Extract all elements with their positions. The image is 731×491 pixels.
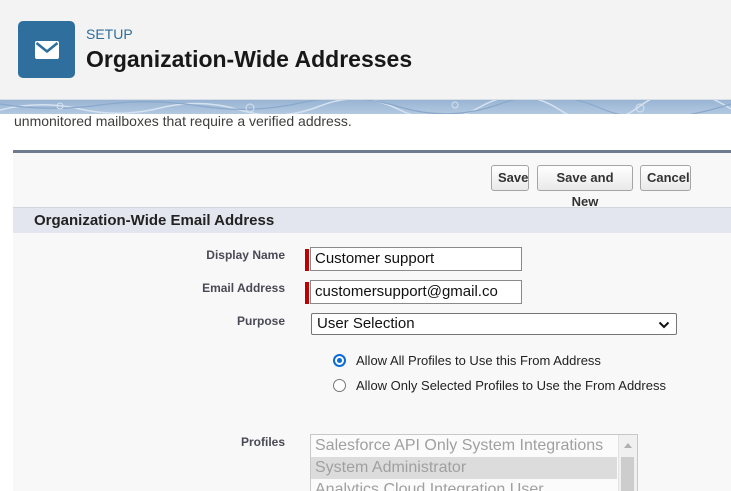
required-marker xyxy=(305,249,309,271)
page-header: SETUP Organization-Wide Addresses xyxy=(0,0,731,100)
purpose-label: Purpose xyxy=(236,314,285,328)
envelope-icon xyxy=(18,21,75,78)
list-item[interactable]: Analytics Cloud Integration User xyxy=(311,479,637,491)
section-title: Organization-Wide Email Address xyxy=(34,212,275,229)
page-title: Organization-Wide Addresses xyxy=(86,46,413,72)
profiles-listbox[interactable]: Salesforce API Only System Integrations … xyxy=(310,434,638,491)
intro-description: unmonitored mailboxes that require a ver… xyxy=(14,113,352,129)
radio-label: Allow All Profiles to Use this From Addr… xyxy=(356,353,601,368)
radio-unchecked-icon[interactable] xyxy=(333,379,346,392)
save-and-new-button[interactable]: Save and New xyxy=(537,165,633,209)
cancel-button[interactable]: Cancel xyxy=(640,165,691,191)
scrollbar-thumb[interactable] xyxy=(621,457,634,491)
radio-checked-icon[interactable] xyxy=(333,354,346,367)
purpose-selected-value: User Selection xyxy=(317,315,415,332)
purpose-select[interactable]: User Selection xyxy=(311,313,677,335)
radio-allow-all-profiles[interactable]: Allow All Profiles to Use this From Addr… xyxy=(333,353,601,368)
radio-allow-selected-profiles[interactable]: Allow Only Selected Profiles to Use the … xyxy=(333,378,666,393)
list-item[interactable]: Salesforce API Only System Integrations xyxy=(311,435,637,457)
chevron-down-icon xyxy=(658,317,670,337)
scroll-up-arrow-icon[interactable] xyxy=(624,443,632,448)
header-decorative-pattern xyxy=(0,100,731,114)
profiles-label: Profiles xyxy=(240,435,285,449)
list-item-selected[interactable]: System Administrator xyxy=(311,457,617,479)
listbox-scrollbar[interactable] xyxy=(618,435,637,491)
breadcrumb: SETUP xyxy=(86,26,133,42)
section-header: Organization-Wide Email Address xyxy=(13,207,731,233)
radio-label: Allow Only Selected Profiles to Use the … xyxy=(356,378,666,393)
save-button[interactable]: Save xyxy=(491,165,529,191)
email-address-input[interactable]: customersupport@gmail.co xyxy=(310,280,522,304)
email-address-label: Email Address xyxy=(202,281,285,295)
display-name-input[interactable]: Customer support xyxy=(310,247,522,271)
display-name-label: Display Name xyxy=(206,248,285,262)
required-marker xyxy=(305,282,309,304)
